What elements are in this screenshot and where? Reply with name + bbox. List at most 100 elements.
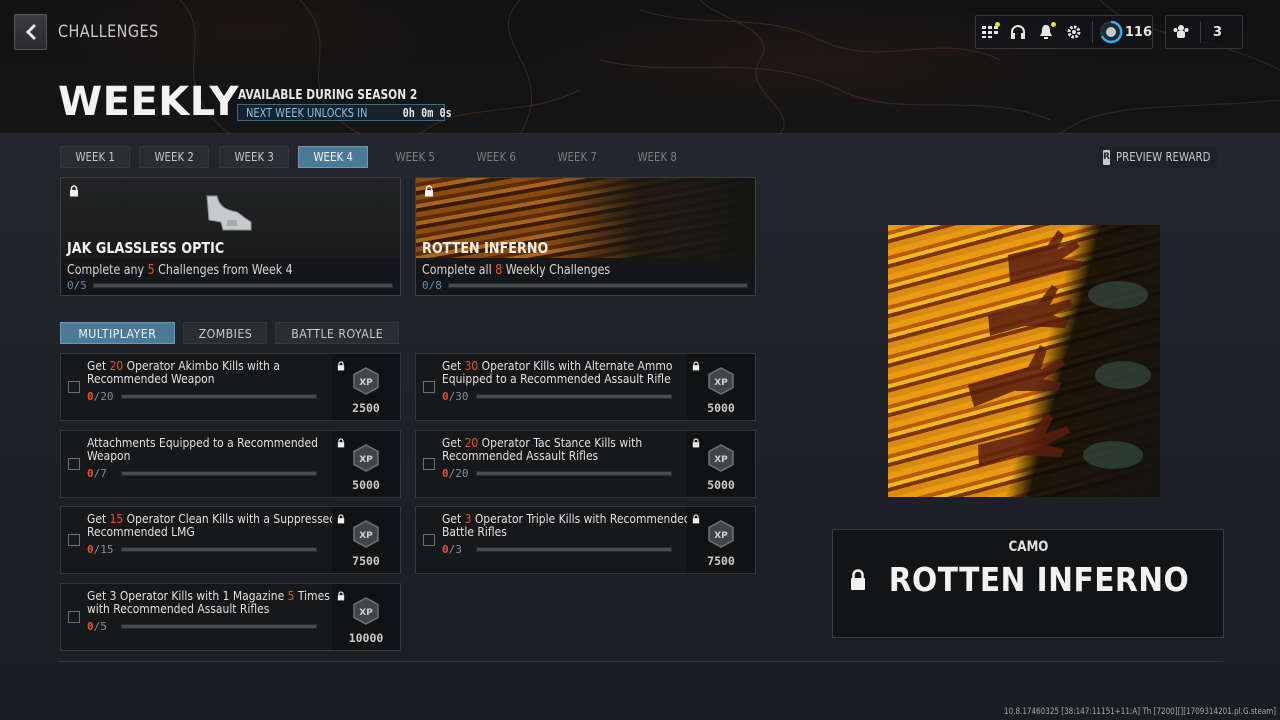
- notification-dot: [1050, 22, 1056, 27]
- challenge-reward: XP 5000: [687, 431, 755, 497]
- challenge-progress-text: 0/20: [87, 390, 114, 403]
- tab-multiplayer[interactable]: MULTIPLAYER: [60, 322, 175, 344]
- party-panel[interactable]: 3: [1165, 15, 1243, 49]
- challenge-checkbox[interactable]: [423, 458, 435, 470]
- challenge-progress-text: 0/5: [87, 620, 107, 633]
- preview-reward-label: PREVIEW REWARD: [1115, 150, 1211, 164]
- headset-button[interactable]: [1004, 17, 1032, 47]
- xp-token-icon: XP: [353, 520, 379, 548]
- challenge-checkbox[interactable]: [68, 534, 80, 546]
- challenge-progress-bar: [476, 547, 672, 552]
- challenge-description: Get 20 Operator Tac Stance Kills with Re…: [442, 435, 643, 463]
- reward-progress-text: 0/8: [422, 279, 442, 292]
- reward-card-optic[interactable]: JAK GLASSLESS OPTIC Complete any 5 Chall…: [60, 177, 401, 296]
- challenge-card[interactable]: Attachments Equipped to a Recommended We…: [60, 430, 401, 498]
- challenge-progress-bar: [121, 624, 317, 629]
- tab-battle-royale[interactable]: BATTLE ROYALE: [275, 322, 399, 344]
- challenge-reward: XP 10000: [332, 584, 400, 650]
- challenge-card[interactable]: Get 20 Operator Akimbo Kills with a Reco…: [60, 353, 401, 421]
- challenge-progress-text: 0/30: [442, 390, 469, 403]
- challenge-progress-bar: [476, 394, 672, 399]
- svg-text:XP: XP: [359, 531, 373, 541]
- xp-amount: 7500: [352, 554, 380, 568]
- tab-week-5[interactable]: WEEK 5: [380, 146, 450, 168]
- challenge-card[interactable]: Get 30 Operator Kills with Alternate Amm…: [415, 353, 756, 421]
- back-button[interactable]: [14, 14, 47, 50]
- hud-divider: [1091, 21, 1093, 43]
- challenge-reward: XP 5000: [332, 431, 400, 497]
- xp-amount: 5000: [707, 478, 735, 492]
- challenge-description: Get 3 Operator Triple Kills with Recomme…: [442, 511, 691, 539]
- breadcrumb[interactable]: CHALLENGES: [58, 22, 159, 42]
- settings-button[interactable]: [1060, 17, 1088, 47]
- level-ring-icon: [1099, 20, 1123, 44]
- challenge-checkbox[interactable]: [68, 381, 80, 393]
- challenge-checkbox[interactable]: [423, 381, 435, 393]
- tab-zombies[interactable]: ZOMBIES: [183, 322, 267, 344]
- tab-week-8[interactable]: WEEK 8: [622, 146, 692, 168]
- challenge-description: Get 30 Operator Kills with Alternate Amm…: [442, 358, 673, 386]
- gear-icon: [1067, 25, 1081, 39]
- challenge-card[interactable]: Get 20 Operator Tac Stance Kills with Re…: [415, 430, 756, 498]
- challenge-progress-text: 0/15: [87, 543, 114, 556]
- availability-text: AVAILABLE DURING SEASON 2: [238, 88, 418, 103]
- lock-icon: [425, 185, 433, 197]
- lock-icon: [851, 568, 866, 590]
- lock-icon: [337, 514, 345, 524]
- challenge-card[interactable]: Get 3 Operator Triple Kills with Recomme…: [415, 506, 756, 574]
- player-level: 116: [1124, 24, 1153, 40]
- xp-amount: 5000: [707, 401, 735, 415]
- notifications-button[interactable]: [1032, 17, 1060, 47]
- challenge-description: Get 15 Operator Clean Kills with a Suppr…: [87, 511, 337, 539]
- tab-week-1[interactable]: WEEK 1: [60, 146, 130, 168]
- reward-card-camo[interactable]: ROTTEN INFERNO Complete all 8 Weekly Cha…: [415, 177, 756, 296]
- lock-icon: [70, 185, 78, 197]
- party-button[interactable]: [1166, 17, 1196, 47]
- unlock-label: NEXT WEEK UNLOCKS IN: [246, 105, 368, 120]
- challenge-description: Get 20 Operator Akimbo Kills with a Reco…: [87, 358, 280, 386]
- lock-icon: [337, 438, 345, 448]
- challenge-card[interactable]: Get 15 Operator Clean Kills with a Suppr…: [60, 506, 401, 574]
- svg-text:XP: XP: [359, 608, 373, 618]
- challenge-progress-bar: [121, 471, 317, 476]
- lock-icon: [692, 438, 700, 448]
- challenge-checkbox[interactable]: [68, 458, 80, 470]
- xp-token-icon: XP: [353, 444, 379, 472]
- challenge-progress-bar: [476, 471, 672, 476]
- reward-type-label: CAMO: [1008, 539, 1048, 555]
- grid-menu-button[interactable]: [976, 17, 1004, 47]
- tab-week-3[interactable]: WEEK 3: [219, 146, 289, 168]
- tab-week-2[interactable]: WEEK 2: [139, 146, 209, 168]
- optic-attachment-icon: [206, 195, 252, 231]
- svg-text:XP: XP: [714, 378, 728, 388]
- challenge-checkbox[interactable]: [423, 534, 435, 546]
- keybind-r-icon: R: [1103, 149, 1110, 165]
- reward-name: ROTTEN INFERNO: [422, 239, 549, 257]
- reward-progress-bar: [448, 283, 748, 288]
- challenge-card[interactable]: Get 3 Operator Kills with 1 Magazine 5 T…: [60, 583, 401, 651]
- reward-progress-bar: [93, 283, 393, 288]
- party-icon: [1173, 25, 1189, 38]
- tab-week-4[interactable]: WEEK 4: [298, 146, 368, 168]
- zombie-hands-artwork: [968, 230, 1151, 469]
- challenge-reward: XP 2500: [332, 354, 400, 420]
- challenge-progress-text: 0/20: [442, 467, 469, 480]
- headset-icon: [1010, 25, 1025, 39]
- lock-icon: [337, 591, 345, 601]
- challenge-progress-text: 0/7: [87, 467, 107, 480]
- footer-divider: [58, 661, 1223, 662]
- tab-week-6[interactable]: WEEK 6: [461, 146, 531, 168]
- challenge-checkbox[interactable]: [68, 611, 80, 623]
- svg-text:XP: XP: [714, 531, 728, 541]
- unlock-timer: 0h 0m 0s: [402, 105, 452, 120]
- lock-icon: [692, 514, 700, 524]
- preview-reward-button[interactable]: R PREVIEW REWARD: [1097, 146, 1217, 168]
- tab-week-7[interactable]: WEEK 7: [542, 146, 612, 168]
- player-level-badge[interactable]: [1097, 17, 1125, 47]
- svg-text:XP: XP: [359, 378, 373, 388]
- reward-title: ROTTEN INFERNO: [833, 560, 1223, 599]
- unlock-timer-box: NEXT WEEK UNLOCKS IN 0h 0m 0s: [237, 104, 452, 121]
- reward-description: Complete all 8 Weekly Challenges: [422, 263, 611, 278]
- xp-amount: 10000: [348, 631, 384, 645]
- xp-token-icon: XP: [708, 444, 734, 472]
